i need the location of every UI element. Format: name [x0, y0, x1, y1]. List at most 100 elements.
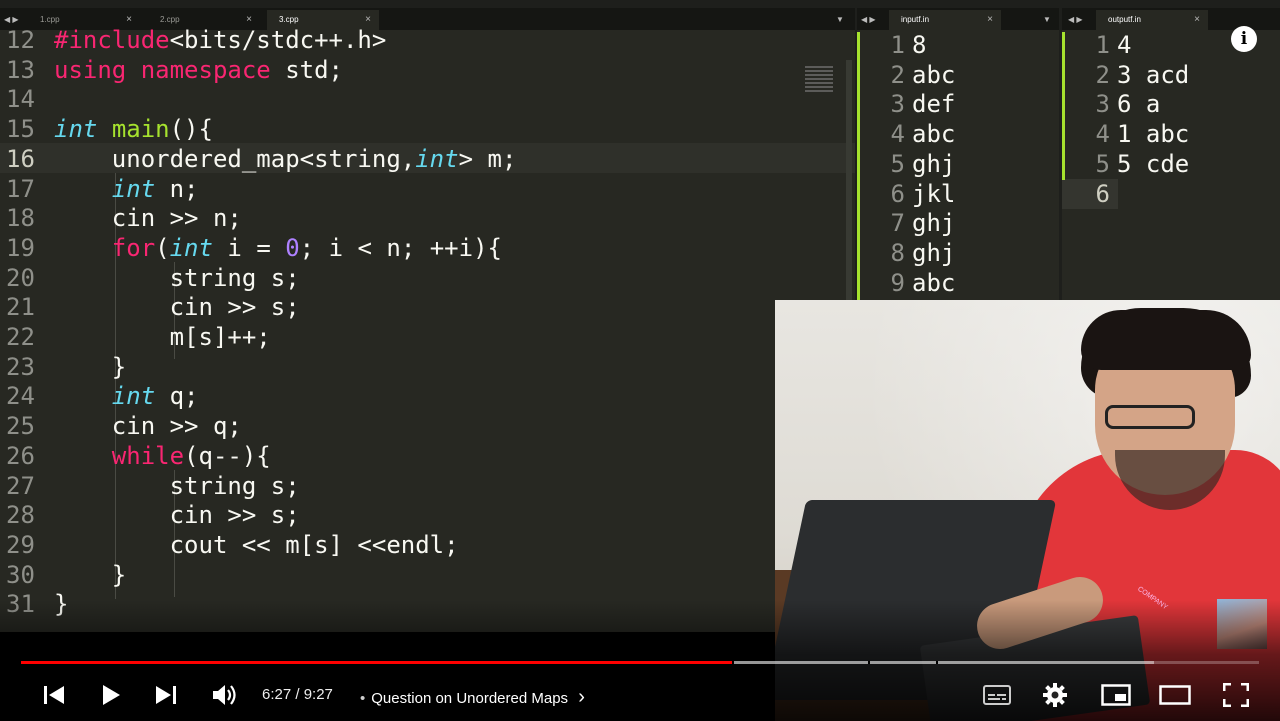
output-line[interactable]: 6	[1062, 179, 1117, 209]
line-text: cout << m[s] <<endl;	[54, 530, 459, 559]
input-line[interactable]: 6 jkl	[857, 179, 956, 209]
code-line[interactable]: 21 cin >> s;	[0, 292, 300, 322]
code-line[interactable]: 16 unordered_map<string,int> m;	[0, 144, 516, 174]
output-line[interactable]: 41 abc	[1062, 119, 1190, 149]
input-line[interactable]: 8 ghj	[857, 238, 956, 268]
line-text: ghj	[912, 209, 956, 238]
line-text: unordered_map<string,int> m;	[54, 144, 517, 173]
theater-icon	[1159, 685, 1191, 705]
code-line[interactable]: 29 cout << m[s] <<endl;	[0, 530, 459, 560]
code-line[interactable]: 22 m[s]++;	[0, 322, 271, 352]
input-line[interactable]: 3 def	[857, 89, 956, 119]
fullscreen-button[interactable]	[1220, 680, 1252, 710]
line-number: 5	[1095, 149, 1110, 178]
play-button[interactable]	[95, 680, 127, 710]
output-line[interactable]: 14	[1062, 30, 1132, 60]
output-line[interactable]: 55 cde	[1062, 149, 1190, 179]
code-line[interactable]: 27 string s;	[0, 471, 300, 501]
code-line[interactable]: 13 using namespace std;	[0, 55, 343, 85]
play-icon	[103, 685, 120, 705]
fullscreen-icon	[1223, 683, 1249, 707]
line-text: cin >> s;	[54, 293, 300, 322]
code-line[interactable]: 28 cin >> s;	[0, 500, 300, 530]
tab-nav-arrows[interactable]: ◀ ▶	[1068, 10, 1083, 30]
output-line[interactable]: 23 acd	[1062, 60, 1190, 90]
line-number: 1	[1095, 31, 1110, 59]
line-number: 4	[1095, 120, 1110, 149]
chapter-separator: •	[360, 690, 366, 707]
line-text: 4	[1117, 31, 1132, 59]
line-text: ghj	[912, 238, 956, 267]
minimap[interactable]	[805, 64, 833, 104]
theater-mode-button[interactable]	[1158, 680, 1192, 710]
tab-outputf[interactable]: outputf.in ×	[1096, 10, 1208, 30]
line-text: 6 a	[1117, 90, 1161, 119]
input-line[interactable]: 7 ghj	[857, 208, 956, 238]
code-line[interactable]: 14	[0, 84, 54, 114]
tab-dropdown-icon[interactable]: ▼	[1043, 10, 1051, 30]
line-text: }	[54, 560, 127, 589]
time-display: 6:27 / 9:27	[262, 686, 333, 703]
line-text: cin >> q;	[54, 412, 242, 441]
settings-button[interactable]	[1040, 680, 1070, 710]
code-line[interactable]: 26 while(q--){	[0, 441, 271, 471]
next-button[interactable]	[150, 680, 182, 710]
subtitles-button[interactable]	[980, 680, 1014, 710]
input-line[interactable]: 5 ghj	[857, 149, 956, 179]
input-line[interactable]: 2 abc	[857, 60, 956, 90]
glasses	[1105, 405, 1195, 429]
code-line[interactable]: 17 int n;	[0, 174, 199, 204]
code-line[interactable]: 12 #include<bits/stdc++.h>	[0, 25, 386, 55]
line-text: int main(){	[54, 115, 213, 144]
line-number: 22	[6, 323, 35, 351]
tab-nav-arrows[interactable]: ◀ ▶	[861, 10, 876, 30]
previous-icon	[44, 686, 64, 704]
line-number: 15	[6, 115, 35, 144]
tab-inputf[interactable]: inputf.in ×	[889, 10, 1001, 30]
previous-button[interactable]	[38, 680, 70, 710]
line-number: 2	[1095, 60, 1110, 89]
input-line[interactable]: 18	[857, 30, 927, 60]
info-icon[interactable]: i	[1231, 26, 1257, 52]
next-icon	[156, 686, 176, 704]
tab-dropdown-icon[interactable]: ▼	[836, 10, 844, 30]
line-text: m[s]++;	[54, 323, 271, 351]
code-line[interactable]: 24 int q;	[0, 381, 199, 411]
code-line[interactable]: 19 for(int i = 0; i < n; ++i){	[0, 233, 502, 263]
line-number: 12	[6, 26, 35, 54]
progress-bar[interactable]	[21, 661, 1259, 664]
line-number: 4	[890, 120, 905, 149]
chevron-right-icon: ›	[578, 686, 585, 708]
line-text: 5 cde	[1117, 149, 1190, 178]
input-line[interactable]: 9 abc	[857, 268, 956, 298]
output-line[interactable]: 36 a	[1062, 89, 1161, 119]
input-line[interactable]: 4 abc	[857, 119, 956, 149]
line-text: cin >> s;	[54, 501, 300, 530]
chapter-divider	[936, 661, 938, 664]
progress-played	[21, 661, 732, 664]
line-text: def	[912, 90, 956, 119]
code-line[interactable]: 25 cin >> q;	[0, 411, 242, 441]
line-number: 7	[890, 209, 905, 238]
line-number: 18	[6, 204, 35, 233]
volume-button[interactable]	[208, 680, 242, 710]
volume-icon	[213, 685, 236, 705]
subtitles-icon	[983, 685, 1011, 705]
line-number: 6	[1095, 179, 1110, 208]
code-pane[interactable]: 12 #include<bits/stdc++.h> 13 using namespa…	[0, 26, 855, 632]
line-text: for(int i = 0; i < n; ++i){	[111, 233, 502, 262]
miniplayer-button[interactable]	[1100, 680, 1132, 710]
tab-label: inputf.in	[901, 15, 930, 24]
tab-close-icon[interactable]: ×	[1194, 10, 1200, 30]
line-text: int q;	[111, 382, 199, 411]
line-text: }	[54, 352, 127, 381]
tab-close-icon[interactable]: ×	[987, 10, 993, 30]
line-number: 13	[6, 55, 35, 84]
code-line[interactable]: 30 }	[0, 560, 126, 590]
code-line[interactable]: 15 int main(){	[0, 114, 213, 144]
code-line[interactable]: 18 cin >> n;	[0, 203, 242, 233]
code-line[interactable]: 23 }	[0, 352, 126, 382]
chapter-title[interactable]: • Question on Unordered Maps ›	[360, 686, 585, 709]
line-text: cin >> n;	[54, 204, 242, 233]
code-line[interactable]: 20 string s;	[0, 263, 300, 293]
